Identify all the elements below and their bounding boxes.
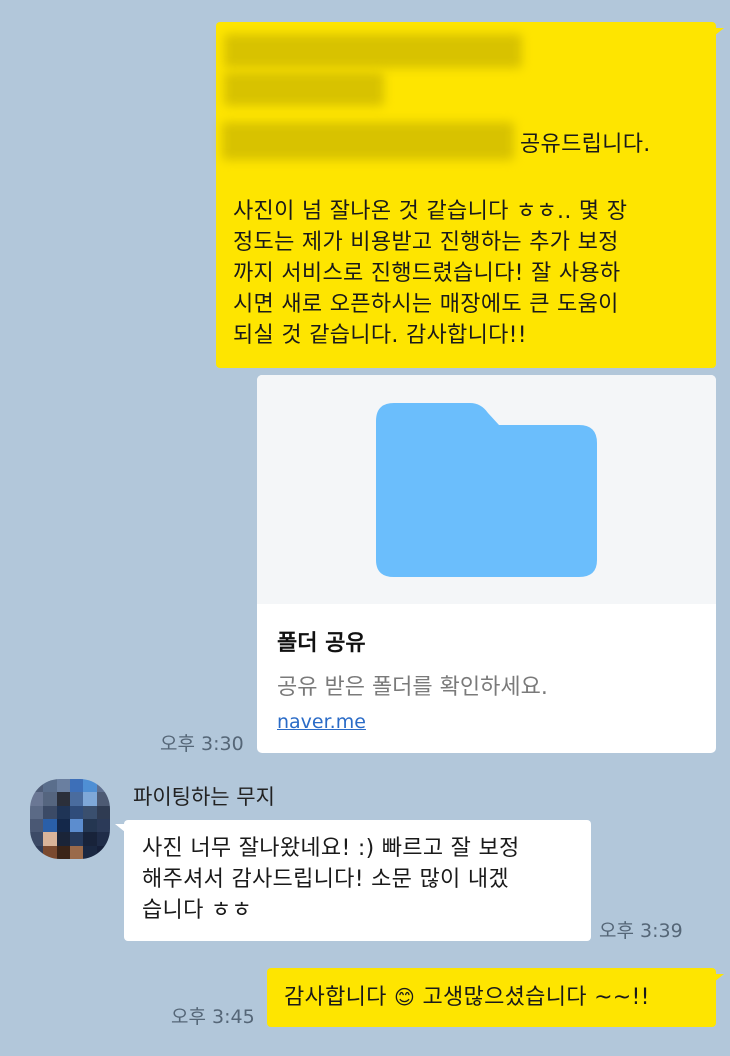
folder-share-card[interactable]: 폴더 공유 공유 받은 폴더를 확인하세요. naver.me (257, 375, 716, 753)
smile-emoji-icon: 😊 (394, 985, 416, 1009)
avatar[interactable] (30, 779, 110, 859)
bubble-tail (714, 974, 724, 982)
message-text: 사진 너무 잘나왔네요! :) 빠르고 잘 보정 해주셔서 감사드립니다! 소문… (142, 836, 520, 923)
message-bubble-other[interactable]: 사진 너무 잘나왔네요! :) 빠르고 잘 보정 해주셔서 감사드립니다! 소문… (124, 820, 591, 941)
sender-name: 파이팅하는 무지 (133, 785, 275, 809)
redacted-text (224, 72, 384, 106)
message-text-part: 고생많으셨습니다 ~~!! (422, 985, 650, 1010)
card-description: 공유 받은 폴더를 확인하세요. (277, 675, 548, 700)
timestamp: 오후 3:30 (160, 733, 244, 755)
message-text: 공유드립니다. (520, 132, 651, 157)
message-text: 사진이 넘 잘나온 것 같습니다 ㅎㅎ.. 몇 장 정도는 제가 비용받고 진행… (233, 199, 628, 348)
card-thumbnail (257, 375, 716, 604)
timestamp: 오후 3:45 (171, 1006, 255, 1028)
timestamp: 오후 3:39 (599, 920, 683, 942)
card-title: 폴더 공유 (277, 631, 366, 656)
message-bubble-mine-1[interactable]: 공유드립니다. 사진이 넘 잘나온 것 같습니다 ㅎㅎ.. 몇 장 정도는 제가… (216, 22, 716, 368)
message-text-part: 감사합니다 (284, 985, 387, 1010)
redacted-text (222, 122, 514, 160)
redacted-text (224, 34, 522, 68)
message-text: 감사합니다 😊 고생많으셨습니다 ~~!! (284, 982, 650, 1013)
card-link[interactable]: naver.me (277, 711, 366, 733)
folder-icon (376, 403, 597, 577)
bubble-tail (714, 28, 724, 36)
message-bubble-mine-2[interactable]: 감사합니다 😊 고생많으셨습니다 ~~!! (267, 968, 716, 1027)
